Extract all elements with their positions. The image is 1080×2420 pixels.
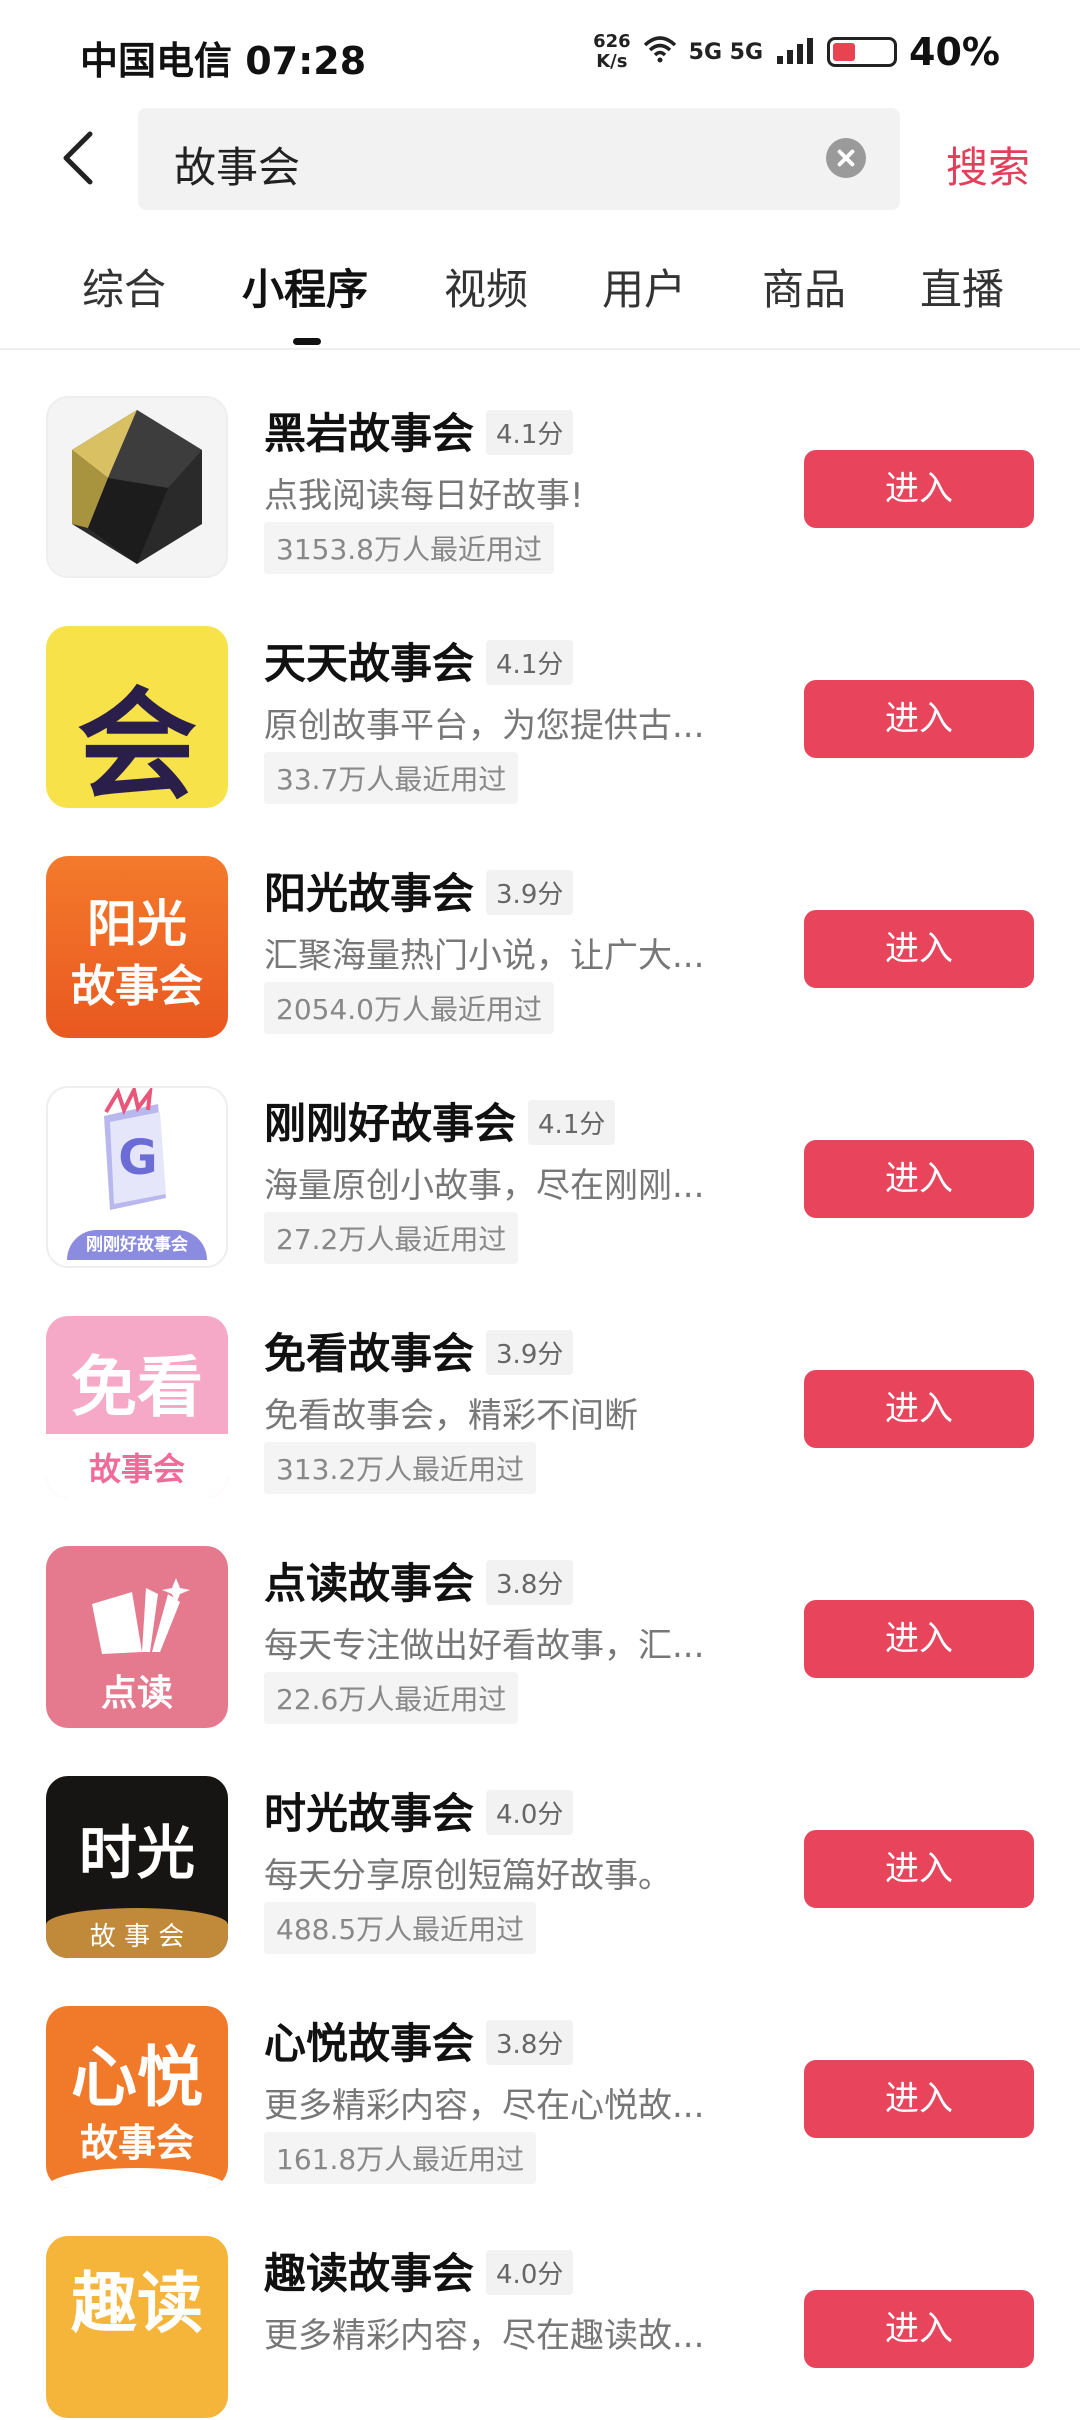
app-icon: G 刚刚好故事会 (46, 1086, 228, 1268)
app-description: 点我阅读每日好故事! (264, 476, 584, 516)
back-icon[interactable] (52, 128, 112, 188)
list-item[interactable]: 阳光 故事会 阳光故事会 3.9分 汇聚海量热门小说，让广大... 2054.0万… (0, 810, 1080, 1040)
signal-label: 5G 5G (688, 39, 764, 65)
tab-videos[interactable]: 视频 (444, 256, 528, 317)
search-button[interactable]: 搜索 (946, 134, 1030, 195)
app-icon (46, 396, 228, 578)
list-item[interactable]: 心悦 故事会 心悦故事会 3.8分 更多精彩内容，尽在心悦故... 161.8万人… (0, 1960, 1080, 2190)
signal-bars-icon (775, 36, 815, 68)
tab-mini-programs[interactable]: 小程序 (242, 256, 368, 317)
rating-badge: 3.9分 (486, 870, 574, 915)
app-description: 免看故事会，精彩不间断 (264, 1396, 638, 1436)
recent-users: 2054.0万人最近用过 (264, 982, 554, 1034)
app-name: 心悦故事会 3.8分 (264, 2010, 574, 2071)
tab-users[interactable]: 用户 (602, 256, 686, 317)
app-description: 每天专注做出好看故事，汇... (264, 1626, 705, 1666)
app-name: 免看故事会 3.9分 (264, 1320, 574, 1381)
app-name: 黑岩故事会 4.1分 (264, 400, 574, 461)
rating-badge: 4.1分 (528, 1100, 616, 1145)
tab-products[interactable]: 商品 (762, 256, 846, 317)
app-description: 更多精彩内容，尽在趣读故... (264, 2316, 705, 2356)
app-description: 每天分享原创短篇好故事。 (264, 1856, 672, 1896)
enter-button[interactable]: 进入 (804, 2290, 1034, 2368)
app-icon: 会 (46, 626, 228, 808)
rating-badge: 4.0分 (486, 1790, 574, 1835)
rating-badge: 3.8分 (486, 1560, 574, 1605)
list-item[interactable]: 会 天天故事会 4.1分 原创故事平台，为您提供古... 33.7万人最近用过 进… (0, 580, 1080, 810)
net-speed: 626 K/s (593, 31, 631, 72)
carrier-time: 中国电信 07:28 (80, 39, 367, 83)
rating-badge: 4.1分 (486, 410, 574, 455)
svg-text:G: G (118, 1130, 157, 1186)
app-name: 刚刚好故事会 4.1分 (264, 1090, 616, 1151)
app-name: 阳光故事会 3.9分 (264, 860, 574, 921)
enter-button[interactable]: 进入 (804, 910, 1034, 988)
enter-button[interactable]: 进入 (804, 450, 1034, 528)
status-icons: 626 K/s 5G 5G 40% (593, 30, 1000, 74)
recent-users: 22.6万人最近用过 (264, 1672, 519, 1724)
list-item[interactable]: 时光 故 事 会 时光故事会 4.0分 每天分享原创短篇好故事。 488.5万人最… (0, 1730, 1080, 1960)
result-tabs: 综合 小程序 视频 用户 商品 直播 (0, 250, 1080, 350)
list-item[interactable]: G 刚刚好故事会 刚刚好故事会 4.1分 海量原创小故事，尽在刚刚... 27.2… (0, 1040, 1080, 1270)
search-query[interactable]: 故事会 (174, 134, 300, 195)
enter-button[interactable]: 进入 (804, 680, 1034, 758)
app-icon: 心悦 故事会 (46, 2006, 228, 2188)
recent-users: 488.5万人最近用过 (264, 1902, 537, 1954)
app-description: 汇聚海量热门小说，让广大... (264, 936, 705, 976)
app-description: 海量原创小故事，尽在刚刚... (264, 1166, 705, 1206)
search-header: 故事会 搜索 (0, 108, 1080, 210)
recent-users: 33.7万人最近用过 (264, 752, 519, 804)
app-description: 原创故事平台，为您提供古... (264, 706, 705, 746)
app-description: 更多精彩内容，尽在心悦故... (264, 2086, 705, 2126)
recent-users: 3153.8万人最近用过 (264, 522, 554, 574)
wifi-icon (643, 35, 677, 69)
enter-button[interactable]: 进入 (804, 1370, 1034, 1448)
rating-badge: 3.9分 (486, 1330, 574, 1375)
enter-button[interactable]: 进入 (804, 2060, 1034, 2138)
clear-icon[interactable] (826, 138, 866, 178)
list-item[interactable]: 免看 故事会 免看故事会 3.9分 免看故事会，精彩不间断 313.2万人最近用过… (0, 1270, 1080, 1500)
tab-all[interactable]: 综合 (82, 256, 166, 317)
app-icon: 免看 故事会 (46, 1316, 228, 1498)
search-input[interactable]: 故事会 (138, 108, 900, 210)
list-item[interactable]: 点读 点读故事会 3.8分 每天专注做出好看故事，汇... 22.6万人最近用过 … (0, 1500, 1080, 1730)
recent-users: 313.2万人最近用过 (264, 1442, 537, 1494)
battery-percent: 40% (909, 30, 1000, 74)
list-item[interactable]: 趣读 趣读故事会 4.0分 更多精彩内容，尽在趣读故... 进入 (0, 2190, 1080, 2420)
list-item[interactable]: 黑岩故事会 4.1分 点我阅读每日好故事! 3153.8万人最近用过 进入 (0, 350, 1080, 580)
app-icon: 时光 故 事 会 (46, 1776, 228, 1958)
app-name: 点读故事会 3.8分 (264, 1550, 574, 1611)
status-bar: 中国电信 07:28 626 K/s 5G 5G 40% (0, 0, 1080, 110)
recent-users: 27.2万人最近用过 (264, 1212, 519, 1264)
rating-badge: 4.0分 (486, 2250, 574, 2295)
active-tab-indicator (293, 338, 321, 345)
app-icon: 点读 (46, 1546, 228, 1728)
enter-button[interactable]: 进入 (804, 1830, 1034, 1908)
app-icon: 趣读 (46, 2236, 228, 2418)
rating-badge: 4.1分 (486, 640, 574, 685)
enter-button[interactable]: 进入 (804, 1600, 1034, 1678)
enter-button[interactable]: 进入 (804, 1140, 1034, 1218)
app-name: 时光故事会 4.0分 (264, 1780, 574, 1841)
recent-users: 161.8万人最近用过 (264, 2132, 537, 2184)
rating-badge: 3.8分 (486, 2020, 574, 2065)
app-icon: 阳光 故事会 (46, 856, 228, 1038)
app-name: 趣读故事会 4.0分 (264, 2240, 574, 2301)
tab-live[interactable]: 直播 (920, 256, 1004, 317)
battery-icon (827, 37, 898, 67)
app-name: 天天故事会 4.1分 (264, 630, 574, 691)
